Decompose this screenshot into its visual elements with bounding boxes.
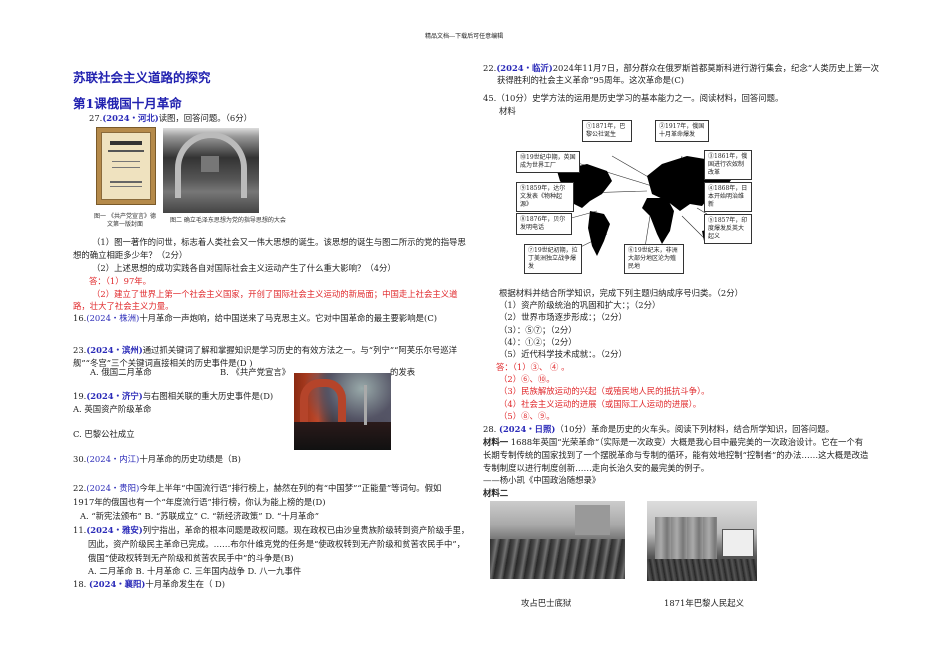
map-label-10: ⑩19世纪中期，英国成为世界工厂 xyxy=(516,151,580,173)
question-27-part-2: （2）上述思想的成功实践各自对国际社会主义运动产生了什么重大影响？（4分） xyxy=(92,263,396,273)
page-header: 精品文档---下载后可任意编辑 xyxy=(425,33,504,40)
answer-45-4: （4）社会主义运动的进展（或国际工人运动的进展）。 xyxy=(499,399,702,409)
question-22-left-options: A. “新宪法颁布” B. “苏联成立” C. “新经济政策” D. “十月革命… xyxy=(80,511,320,521)
paris-uprising-image xyxy=(647,501,757,581)
image-caption-paris-uprising: 1871年巴黎人民起义 xyxy=(664,598,744,608)
task-item-2: （2）世界市场逐步形成：；（2分） xyxy=(499,312,627,322)
lesson-title: 第1课俄国十月革命 xyxy=(73,96,182,111)
question-22-left: 22.(2024・贵阳)今年上半年“中国流行语”排行榜上，赫然在列的有“中国梦”… xyxy=(73,483,442,493)
question-23-option-a: A. 俄国二月革命 xyxy=(90,367,152,377)
question-22-left-cont: 1917年的俄国也有一个“年度流行语”排行榜，你认为能上榜的是(D) xyxy=(73,497,326,507)
map-label-3: ③1861年，俄国进行农奴制改革 xyxy=(704,150,752,180)
world-map-figure: ①1871年，巴黎公社诞生 ②1917年，俄国十月革命爆发 ③1861年，俄国进… xyxy=(512,116,752,274)
task-item-5: （5）近代科学技术成就：。（2分） xyxy=(499,349,627,359)
figure-2-caption: 图二 确立毛泽东思想为党的指导思想的大会 xyxy=(170,217,286,224)
task-item-3: （3）：⑤⑦；（2分） xyxy=(499,325,577,335)
answer-45-3: （3）民族解放运动的兴起（或殖民地人民的抵抗斗争）。 xyxy=(499,386,710,396)
question-23: 23.(2024・滨州)通过抓关键词了解和掌握知识是学习历史的有效方法之一。与“… xyxy=(73,345,458,355)
image-caption-bastille: 攻占巴士底狱 xyxy=(521,598,572,608)
question-11-cont-2: 俄国“使政权转到无产阶级和贫苦农民手中”的斗争是(B) xyxy=(88,553,294,563)
task-instruction: 根据材料并结合所学知识，完成下列主题归纳成序号归类。（2分） xyxy=(499,288,744,298)
question-11: 11.(2024・雅安)列宁指出，革命的根本问题是政权问题。现在政权已由沙皇贵族… xyxy=(73,525,470,535)
answer-45-2: （2）⑥、⑩。 xyxy=(499,374,555,384)
task-item-4: （4）：①②；（2分） xyxy=(499,337,577,347)
material-2-label: 材料二 xyxy=(483,488,509,498)
material-1-line-2: 长期专制传统的国家找到了一个摆脱革命与专制的循环，能有效地控制“控制者”的办法…… xyxy=(483,450,869,460)
map-label-7: ⑦19世纪初期，拉丁美洲独立战争爆发 xyxy=(524,244,582,274)
question-19-option-c: C. 巴黎公社成立 xyxy=(73,429,135,439)
question-19: 19.(2024・济宁)与右图相关联的重大历史事件是(D) xyxy=(73,391,274,401)
question-23-option-b-end: 的发表 xyxy=(390,367,416,377)
bastille-storming-image xyxy=(490,501,625,579)
question-28: 28. (2024・日照)（10分）革命是历史的火车头。阅读下列材料，结合所学知… xyxy=(483,424,835,434)
figure-1-caption: 图一 《共产党宣言》德文第一版封面 xyxy=(94,213,156,228)
question-27: 27.(2024・河北)读图，回答问题。（6分） xyxy=(89,113,252,123)
map-label-1: ①1871年，巴黎公社诞生 xyxy=(582,120,632,142)
question-22-right: 22.(2024・临沂)2024年11月7日，部分群众在俄罗斯首都莫斯科进行游行… xyxy=(483,63,880,73)
page-title: 苏联社会主义道路的探究 xyxy=(73,70,211,85)
answer-45-5: （5）⑧、⑨。 xyxy=(499,411,555,421)
answer-45-1: 答：（1）③、 ④ 。 xyxy=(496,362,570,372)
map-label-5: ⑤1857年，印度爆发反英大起义 xyxy=(704,214,752,244)
question-30: 30.(2024・内江)十月革命的历史功绩是（B) xyxy=(73,454,241,464)
map-label-4: ④1868年，日本开始明治维新 xyxy=(704,182,752,212)
winter-palace-painting xyxy=(294,373,391,450)
map-label-6: ⑥19世纪末，非洲大部分地区沦为殖民地 xyxy=(624,244,684,274)
map-label-2: ②1917年，俄国十月革命爆发 xyxy=(655,120,709,142)
answer-27-2: （2）建立了世界上第一个社会主义国家，开创了国际社会主义运动的新局面；中国走上社… xyxy=(92,289,458,299)
question-11-cont-1: 因此，资产阶级民主革命已完成。……布尔什维克党的任务是“使政权转到无产阶级和贫苦… xyxy=(88,539,466,549)
question-16: 16.(2024・株洲)十月革命一声炮响，给中国送来了马克思主义。它对中国革命的… xyxy=(73,313,438,323)
map-label-8: ⑧1876年，贝尔发明电话 xyxy=(516,213,572,235)
question-23-option-b: B. 《共产党宣言》 xyxy=(220,367,291,377)
question-27-part-1-cont: 想的确立相距多少年？（2分） xyxy=(73,250,188,260)
answer-27-2-cont: 路，壮大了社会主义力量。 xyxy=(73,301,174,311)
map-label-9: ⑨1859年，达尔文发表《物种起源》 xyxy=(516,182,574,212)
question-45: 45.（10分）史学方法的运用是历史学习的基本能力之一。阅读材料，回答问题。 xyxy=(483,93,784,103)
question-22-right-cont: 获得胜利的社会主义革命”95周年。这次革命是(C) xyxy=(497,75,685,85)
question-18: 18. (2024・襄阳)十月革命发生在（ D) xyxy=(73,579,226,589)
task-item-1: （1）资产阶级统治的巩固和扩大：；（2分） xyxy=(499,300,661,310)
question-11-options: A. 二月革命 B. 十月革命 C. 三年国内战争 D. 八一九事件 xyxy=(88,566,302,576)
question-27-part-1: （1）图一著作的问世，标志着人类社会又一伟大思想的诞生。该思想的诞生与图二所示的… xyxy=(92,237,466,247)
question-19-option-a: A. 英国资产阶级革命 xyxy=(73,404,152,414)
material-1-source: ——杨小凯《中国政治随想录》 xyxy=(483,475,601,485)
party-congress-photo xyxy=(163,128,259,213)
answer-27-1: 答：（1）97年。 xyxy=(89,276,152,286)
manifesto-cover-image xyxy=(96,127,156,205)
material-1-line-3: 专制制度以进行制度创新……走向长治久安的最完美的例子。 xyxy=(483,463,710,473)
material-1-line-1: 材料一 1688年英国“光荣革命”（实际是一次政变）大概是我心目中最完美的一次政… xyxy=(483,437,864,447)
